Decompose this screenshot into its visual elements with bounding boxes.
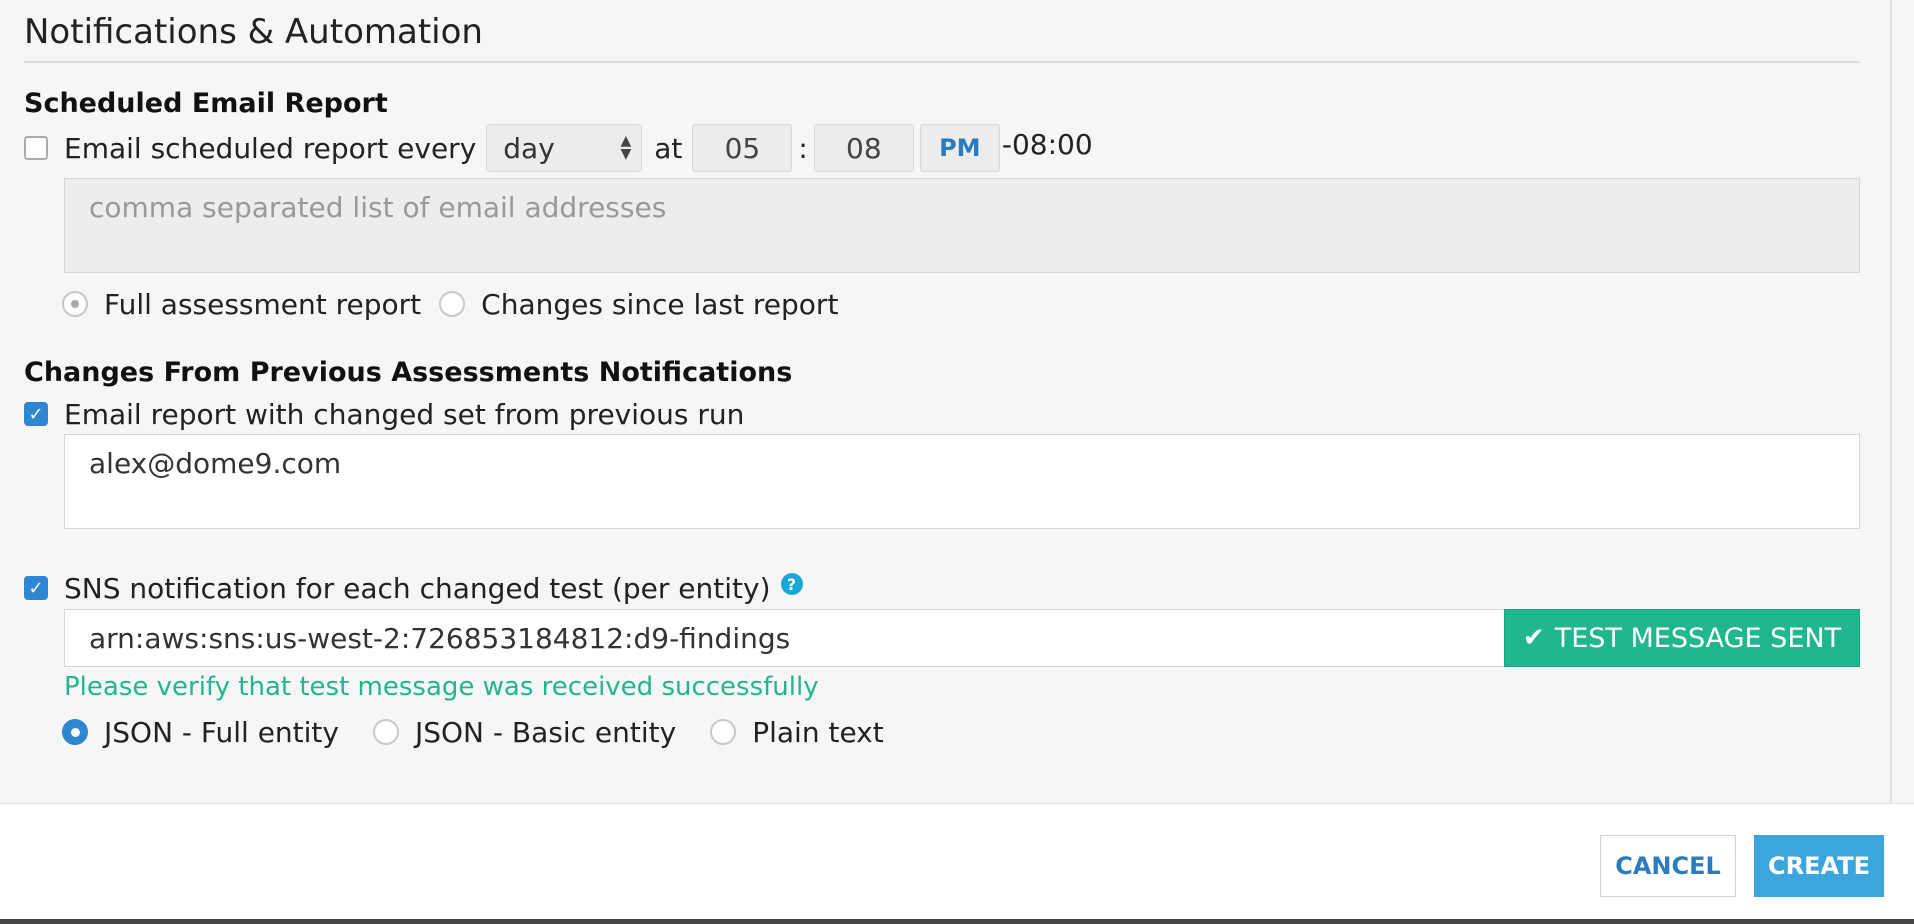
title-divider — [24, 61, 1860, 63]
email-changes-checkbox[interactable]: ✓ — [24, 402, 48, 426]
create-button[interactable]: CREATE — [1754, 835, 1884, 897]
cancel-button[interactable]: CANCEL — [1600, 835, 1736, 897]
scheduled-emails-field[interactable]: comma separated list of email addresses — [64, 178, 1860, 273]
scheduled-report-heading: Scheduled Email Report — [24, 88, 388, 119]
json-basic-label: JSON - Basic entity — [414, 715, 677, 749]
scheduled-report-checkbox[interactable] — [24, 136, 48, 160]
changes-report-label: Changes since last report — [481, 287, 839, 321]
report-type-options: Full assessment report Changes since las… — [62, 287, 838, 321]
sns-row: ✓ SNS notification for each changed test… — [24, 571, 803, 605]
email-changes-label: Email report with changed set from previ… — [64, 397, 745, 431]
check-icon: ✓ — [28, 403, 44, 425]
email-changes-row: ✓ Email report with changed set from pre… — [24, 397, 744, 431]
changes-heading: Changes From Previous Assessments Notifi… — [24, 357, 793, 388]
sns-checkbox[interactable]: ✓ — [24, 576, 48, 600]
check-icon: ✓ — [28, 577, 44, 599]
select-arrows-icon: ▲ ▼ — [620, 133, 632, 162]
scrollbar[interactable] — [1890, 0, 1914, 803]
plain-text-label: Plain text — [752, 715, 884, 749]
frequency-select[interactable]: day ▲ ▼ — [486, 124, 643, 172]
at-label: at — [654, 131, 683, 165]
test-message-button[interactable]: ✔ TEST MESSAGE SENT — [1504, 609, 1860, 667]
checkmark-icon: ✔ — [1522, 623, 1545, 653]
sns-label: SNS notification for each changed test (… — [64, 571, 771, 605]
plain-text-radio[interactable] — [710, 719, 737, 745]
format-options: JSON - Full entity JSON - Basic entity P… — [62, 715, 884, 749]
scheduled-report-label: Email scheduled report every — [64, 131, 477, 165]
bottom-edge — [0, 919, 1914, 924]
json-full-label: JSON - Full entity — [104, 715, 339, 749]
timezone-label: -08:00 — [1001, 127, 1093, 161]
help-icon[interactable]: ? — [780, 573, 803, 595]
hour-input[interactable]: 05 — [692, 124, 793, 172]
changes-report-radio[interactable] — [439, 291, 466, 317]
changes-emails-field[interactable]: alex@dome9.com — [64, 434, 1860, 529]
test-message-label: TEST MESSAGE SENT — [1554, 622, 1842, 654]
time-colon: : — [798, 131, 808, 165]
section-title: Notifications & Automation — [24, 12, 483, 52]
full-report-label: Full assessment report — [104, 287, 422, 321]
ampm-toggle[interactable]: PM — [919, 124, 1000, 172]
frequency-value: day — [503, 131, 555, 165]
verify-message: Please verify that test message was rece… — [64, 672, 819, 702]
minute-input[interactable]: 08 — [813, 124, 914, 172]
json-basic-radio[interactable] — [372, 719, 399, 745]
scheduled-report-row: Email scheduled report every day ▲ ▼ at 0… — [24, 124, 1093, 172]
json-full-radio[interactable] — [62, 719, 88, 745]
sns-arn-input[interactable]: arn:aws:sns:us-west-2:726853184812:d9-fi… — [64, 609, 1504, 667]
full-report-radio[interactable] — [62, 291, 88, 317]
